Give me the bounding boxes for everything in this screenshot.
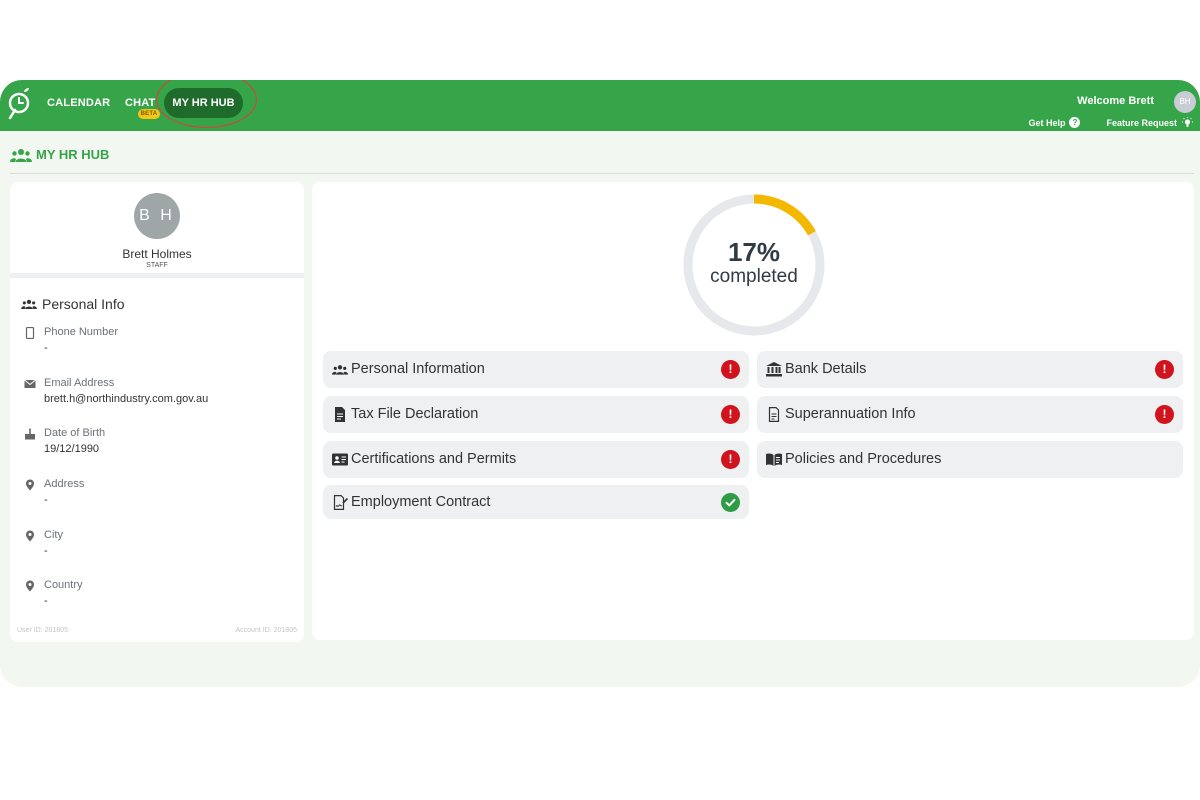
section-employment-contract[interactable]: Employment Contract [323, 485, 749, 519]
field-label: Date of Birth [44, 427, 106, 439]
top-navigation-bar: CALENDAR CHAT BETA MY HR HUB Welcome Bre… [0, 80, 1200, 131]
field-label: City [44, 529, 63, 541]
users-icon [21, 299, 37, 309]
id-footer: User ID: 201805 Account ID: 201805 [17, 627, 297, 634]
bank-icon [766, 362, 782, 377]
warning-icon: ! [721, 405, 740, 424]
section-label: Policies and Procedures [785, 451, 942, 467]
help-links: Get Help ? Feature Request [1028, 117, 1194, 128]
page-header: MY HR HUB [10, 147, 109, 162]
question-icon[interactable]: ? [1069, 117, 1081, 128]
account-id: Account ID: 201805 [235, 627, 298, 634]
section-label: Bank Details [785, 361, 867, 377]
field-label: Email Address [44, 377, 115, 389]
warning-icon: ! [1155, 405, 1174, 424]
open-book-icon [766, 453, 782, 466]
hr-sections-card: 17% completed Personal Information ! Ban… [312, 182, 1194, 640]
get-help-link[interactable]: Get Help [1028, 118, 1065, 128]
field-value: brett.h@northindustry.com.gov.au [44, 393, 209, 405]
id-card-icon [332, 453, 348, 466]
location-pin-icon [26, 530, 34, 542]
section-superannuation-info[interactable]: Superannuation Info ! [757, 396, 1183, 433]
section-tax-file-declaration[interactable]: Tax File Declaration ! [323, 396, 749, 433]
section-bank-details[interactable]: Bank Details ! [757, 351, 1183, 388]
section-policies-and-procedures[interactable]: Policies and Procedures [757, 441, 1183, 478]
personal-info-heading: Personal Info [21, 296, 125, 312]
field-value: - [44, 342, 48, 354]
document-icon [335, 407, 345, 422]
welcome-text: Welcome Brett [1077, 95, 1154, 107]
profile-name: Brett Holmes [122, 247, 192, 261]
field-value: - [44, 545, 48, 557]
field-value: - [44, 595, 48, 607]
section-label: Employment Contract [351, 494, 491, 510]
profile-avatar[interactable]: B H [134, 193, 180, 239]
user-id: User ID: 201805 [17, 627, 68, 634]
profile-card: B H Brett Holmes STAFF Personal Info Pho… [10, 182, 304, 642]
nav-chat[interactable]: CHAT BETA [125, 80, 160, 131]
feature-request-link[interactable]: Feature Request [1106, 118, 1177, 128]
checkmark-icon [721, 493, 740, 512]
nav-chat-label: CHAT [125, 97, 156, 109]
progress-label: completed [710, 266, 798, 287]
field-value: - [44, 494, 48, 506]
document-outline-icon [768, 407, 780, 422]
user-avatar[interactable]: BH [1174, 91, 1196, 113]
warning-icon: ! [721, 450, 740, 469]
beta-badge: BETA [138, 109, 160, 119]
field-label: Country [44, 579, 83, 591]
location-pin-icon [26, 580, 34, 592]
profile-summary: B H Brett Holmes STAFF [10, 182, 304, 278]
cake-icon [25, 428, 35, 440]
field-label: Address [44, 478, 85, 490]
section-label: Certifications and Permits [351, 451, 517, 467]
progress-percent: 17% [727, 237, 781, 267]
header-divider [10, 173, 1194, 174]
lightbulb-icon[interactable] [1181, 117, 1194, 128]
section-label: Tax File Declaration [351, 406, 479, 422]
users-icon [10, 148, 32, 162]
field-value: 19/12/1990 [44, 443, 100, 455]
section-label: Superannuation Info [785, 406, 916, 422]
personal-info-title: Personal Info [42, 296, 125, 312]
page-title: MY HR HUB [36, 147, 110, 162]
field-label: Phone Number [44, 326, 118, 338]
warning-icon: ! [721, 360, 740, 379]
location-pin-icon [26, 479, 34, 491]
contract-signature-icon [333, 495, 348, 510]
phone-icon [25, 327, 35, 339]
app-window: CALENDAR CHAT BETA MY HR HUB Welcome Bre… [0, 80, 1200, 687]
section-personal-information[interactable]: Personal Information ! [323, 351, 749, 388]
mail-icon [24, 379, 36, 388]
nav-my-hr-hub[interactable]: MY HR HUB [164, 88, 243, 118]
section-label: Personal Information [351, 361, 485, 377]
nav-calendar[interactable]: CALENDAR [47, 80, 110, 131]
section-certifications-and-permits[interactable]: Certifications and Permits ! [323, 441, 749, 478]
profile-role: STAFF [146, 262, 168, 269]
progress-text: 17% completed [681, 238, 827, 288]
app-logo-icon[interactable] [6, 88, 30, 120]
warning-icon: ! [1155, 360, 1174, 379]
users-icon [332, 365, 348, 375]
